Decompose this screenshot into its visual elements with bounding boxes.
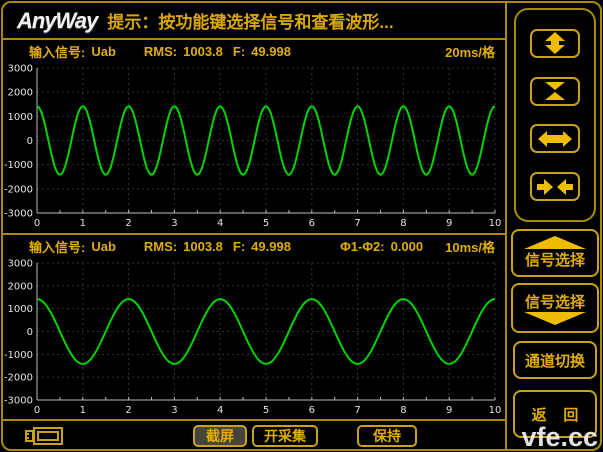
svg-text:4: 4 bbox=[217, 218, 223, 229]
waveform-2-header: 输入信号: Uab RMS: 1003.8 F: 49.998 Φ1-Φ2: 0… bbox=[3, 235, 505, 258]
svg-text:0: 0 bbox=[27, 136, 33, 147]
svg-text:2: 2 bbox=[125, 218, 131, 229]
svg-text:3000: 3000 bbox=[8, 64, 33, 75]
svg-text:4: 4 bbox=[217, 405, 223, 416]
svg-text:2000: 2000 bbox=[8, 281, 33, 292]
waveform-panel-1: 输入信号: Uab RMS: 1003.8 F: 49.998 20ms/格 -… bbox=[3, 38, 505, 233]
expand-vertical-icon bbox=[537, 32, 573, 54]
svg-text:9: 9 bbox=[446, 218, 452, 229]
svg-text:6: 6 bbox=[309, 405, 315, 416]
triangle-down-icon bbox=[524, 312, 586, 325]
waveform-panel-2: 输入信号: Uab RMS: 1003.8 F: 49.998 Φ1-Φ2: 0… bbox=[3, 233, 505, 419]
svg-text:8: 8 bbox=[400, 218, 406, 229]
instrument-screen: AnyWay 提示：按功能键选择信号和查看波形... 输入信号: Uab RMS… bbox=[0, 0, 603, 452]
svg-text:-2000: -2000 bbox=[4, 184, 33, 195]
svg-text:-2000: -2000 bbox=[4, 373, 33, 384]
hint-text: 提示：按功能键选择信号和查看波形... bbox=[107, 8, 393, 33]
start-capture-button[interactable]: 开采集 bbox=[252, 425, 318, 447]
svg-text:-1000: -1000 bbox=[4, 160, 33, 171]
svg-text:2: 2 bbox=[125, 405, 131, 416]
svg-text:0: 0 bbox=[34, 405, 40, 416]
svg-text:10: 10 bbox=[489, 405, 501, 416]
compress-horizontal-button[interactable] bbox=[530, 172, 580, 201]
svg-text:8: 8 bbox=[400, 405, 406, 416]
signal-value: Uab bbox=[91, 239, 116, 254]
rms-label: RMS: bbox=[144, 44, 177, 59]
svg-text:-3000: -3000 bbox=[4, 396, 33, 407]
svg-text:3000: 3000 bbox=[8, 259, 33, 270]
waveform-zoom-group bbox=[514, 8, 596, 222]
svg-text:-1000: -1000 bbox=[4, 350, 33, 361]
freq-label: F: bbox=[233, 239, 245, 254]
sidebar: 信号选择 信号选择 通道切换 返 回 vfe.cc bbox=[507, 3, 600, 449]
expand-horizontal-button[interactable] bbox=[530, 124, 580, 153]
rms-value: 1003.8 bbox=[183, 44, 223, 59]
channel-switch-button[interactable]: 通道切换 bbox=[513, 341, 597, 379]
hold-button-label: 保持 bbox=[373, 426, 401, 446]
svg-text:1: 1 bbox=[80, 218, 86, 229]
screenshot-button[interactable]: 截屏 bbox=[193, 425, 247, 447]
waveform-2-plot: -3000 -2000 -1000 0 1000 2000 3000 0 1 2 3 4 5 6 7 8 9 10 bbox=[3, 258, 501, 416]
rms-value: 1003.8 bbox=[183, 239, 223, 254]
phase-diff-value: 0.000 bbox=[391, 239, 424, 254]
channel-switch-label: 通道切换 bbox=[525, 350, 585, 371]
waveform-1-header: 输入信号: Uab RMS: 1003.8 F: 49.998 20ms/格 bbox=[3, 40, 505, 63]
title-bar: AnyWay 提示：按功能键选择信号和查看波形... bbox=[3, 3, 505, 38]
signal-select-up-label: 信号选择 bbox=[525, 249, 585, 270]
signal-label: 输入信号: bbox=[29, 42, 85, 61]
triangle-up-icon bbox=[524, 236, 586, 249]
svg-text:1000: 1000 bbox=[8, 304, 33, 315]
compress-vertical-button[interactable] bbox=[530, 77, 580, 106]
svg-text:10: 10 bbox=[489, 218, 501, 229]
vfe-watermark: vfe.cc bbox=[521, 422, 598, 452]
expand-horizontal-icon bbox=[537, 128, 573, 150]
svg-text:1000: 1000 bbox=[8, 112, 33, 123]
svg-text:0: 0 bbox=[34, 218, 40, 229]
signal-label: 输入信号: bbox=[29, 237, 85, 256]
svg-text:7: 7 bbox=[354, 405, 360, 416]
hold-button[interactable]: 保持 bbox=[357, 425, 417, 447]
svg-text:-3000: -3000 bbox=[4, 209, 33, 220]
svg-text:6: 6 bbox=[309, 218, 315, 229]
waveform-1-plot: -3000 -2000 -1000 0 1000 2000 3000 0 1 2 3 4 5 6 7 8 9 10 bbox=[3, 63, 501, 229]
expand-vertical-button[interactable] bbox=[530, 29, 580, 58]
signal-value: Uab bbox=[91, 44, 116, 59]
main-area: AnyWay 提示：按功能键选择信号和查看波形... 输入信号: Uab RMS… bbox=[3, 3, 507, 449]
usb-device-icon bbox=[25, 424, 69, 448]
signal-select-down-label: 信号选择 bbox=[525, 291, 585, 312]
svg-text:0: 0 bbox=[27, 327, 33, 338]
bottom-bar: 截屏 开采集 保持 bbox=[3, 419, 505, 451]
rms-label: RMS: bbox=[144, 239, 177, 254]
freq-value: 49.998 bbox=[251, 239, 291, 254]
compress-vertical-icon bbox=[537, 80, 573, 102]
svg-text:1: 1 bbox=[80, 405, 86, 416]
start-capture-button-label: 开采集 bbox=[264, 426, 306, 446]
svg-text:7: 7 bbox=[354, 218, 360, 229]
screenshot-button-label: 截屏 bbox=[206, 426, 234, 446]
freq-value: 49.998 bbox=[251, 44, 291, 59]
compress-horizontal-icon bbox=[537, 176, 573, 198]
anyway-logo: AnyWay bbox=[17, 8, 97, 34]
timebase-value: 20ms/格 bbox=[445, 42, 495, 61]
timebase-value: 10ms/格 bbox=[445, 237, 495, 256]
signal-select-down-button[interactable]: 信号选择 bbox=[511, 283, 599, 333]
signal-select-up-button[interactable]: 信号选择 bbox=[511, 229, 599, 277]
svg-text:2000: 2000 bbox=[8, 88, 33, 99]
svg-text:5: 5 bbox=[263, 405, 269, 416]
phase-diff-label: Φ1-Φ2: bbox=[340, 239, 384, 254]
svg-text:5: 5 bbox=[263, 218, 269, 229]
freq-label: F: bbox=[233, 44, 245, 59]
svg-text:9: 9 bbox=[446, 405, 452, 416]
svg-text:3: 3 bbox=[171, 218, 177, 229]
svg-text:3: 3 bbox=[171, 405, 177, 416]
